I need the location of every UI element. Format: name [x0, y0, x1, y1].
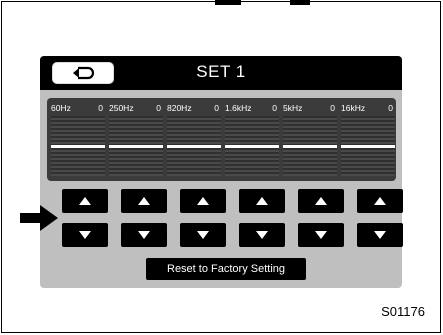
band-value: 0	[272, 103, 277, 113]
figure-code: S01176	[381, 304, 425, 319]
band-down-button[interactable]	[239, 223, 285, 247]
band-down-button[interactable]	[298, 223, 344, 247]
band-down-button[interactable]	[62, 223, 108, 247]
down-triangle-icon	[197, 231, 209, 239]
band-frequency-label: 16kHz	[341, 103, 366, 113]
eq-band[interactable]: 16kHz 0	[337, 98, 395, 181]
band-frequency-label: 250Hz	[109, 103, 134, 113]
band-level-indicator	[109, 144, 163, 148]
band-frequency-label: 60Hz	[51, 103, 71, 113]
up-triangle-icon	[79, 197, 91, 205]
up-triangle-icon	[138, 197, 150, 205]
band-down-button[interactable]	[357, 223, 403, 247]
page-title: SET 1	[196, 62, 246, 81]
band-frequency-label: 820Hz	[167, 103, 192, 113]
band-level-indicator	[225, 144, 279, 148]
up-button-row	[62, 189, 403, 213]
band-up-button[interactable]	[357, 189, 403, 213]
title-bar: SET 1	[40, 56, 402, 90]
band-value: 0	[214, 103, 219, 113]
down-triangle-icon	[138, 231, 150, 239]
band-level-track	[341, 116, 395, 176]
eq-band[interactable]: 250Hz 0	[105, 98, 163, 181]
band-up-button[interactable]	[298, 189, 344, 213]
band-level-indicator	[341, 144, 395, 148]
band-level-indicator	[283, 144, 337, 148]
eq-band[interactable]: 820Hz 0	[163, 98, 221, 181]
up-triangle-icon	[197, 197, 209, 205]
equalizer-panel: 60Hz 0 250Hz 0 820Hz 0 1.6kHz 0 5kHz 0 16kHz 0	[47, 98, 396, 181]
band-up-button[interactable]	[62, 189, 108, 213]
band-down-button[interactable]	[180, 223, 226, 247]
down-triangle-icon	[256, 231, 268, 239]
figure-tab-marks	[0, 0, 443, 8]
band-value: 0	[156, 103, 161, 113]
right-arrow-pointer-icon	[20, 205, 58, 231]
up-triangle-icon	[256, 197, 268, 205]
band-level-track	[109, 116, 163, 176]
tab-mark	[290, 0, 310, 5]
band-up-button[interactable]	[180, 189, 226, 213]
band-level-indicator	[167, 144, 221, 148]
band-level-track	[225, 116, 279, 176]
band-up-button[interactable]	[239, 189, 285, 213]
band-value: 0	[330, 103, 335, 113]
equalizer-screen: SET 1 60Hz 0 250Hz 0 820Hz 0 1.6kHz 0 5kHz 0 16kHz…	[40, 56, 403, 288]
band-up-button[interactable]	[121, 189, 167, 213]
up-triangle-icon	[374, 197, 386, 205]
down-triangle-icon	[374, 231, 386, 239]
band-frequency-label: 5kHz	[283, 103, 303, 113]
eq-band[interactable]: 60Hz 0	[47, 98, 105, 181]
band-down-button[interactable]	[121, 223, 167, 247]
band-value: 0	[98, 103, 103, 113]
band-value: 0	[388, 103, 393, 113]
down-triangle-icon	[79, 231, 91, 239]
eq-band[interactable]: 5kHz 0	[279, 98, 337, 181]
down-button-row	[62, 223, 403, 247]
up-triangle-icon	[315, 197, 327, 205]
tab-mark	[215, 0, 241, 5]
reset-factory-button[interactable]: Reset to Factory Setting	[146, 258, 306, 280]
band-level-track	[283, 116, 337, 176]
band-level-track	[51, 116, 105, 176]
eq-band[interactable]: 1.6kHz 0	[221, 98, 279, 181]
band-level-indicator	[51, 144, 105, 148]
band-frequency-label: 1.6kHz	[225, 103, 252, 113]
band-level-track	[167, 116, 221, 176]
down-triangle-icon	[315, 231, 327, 239]
